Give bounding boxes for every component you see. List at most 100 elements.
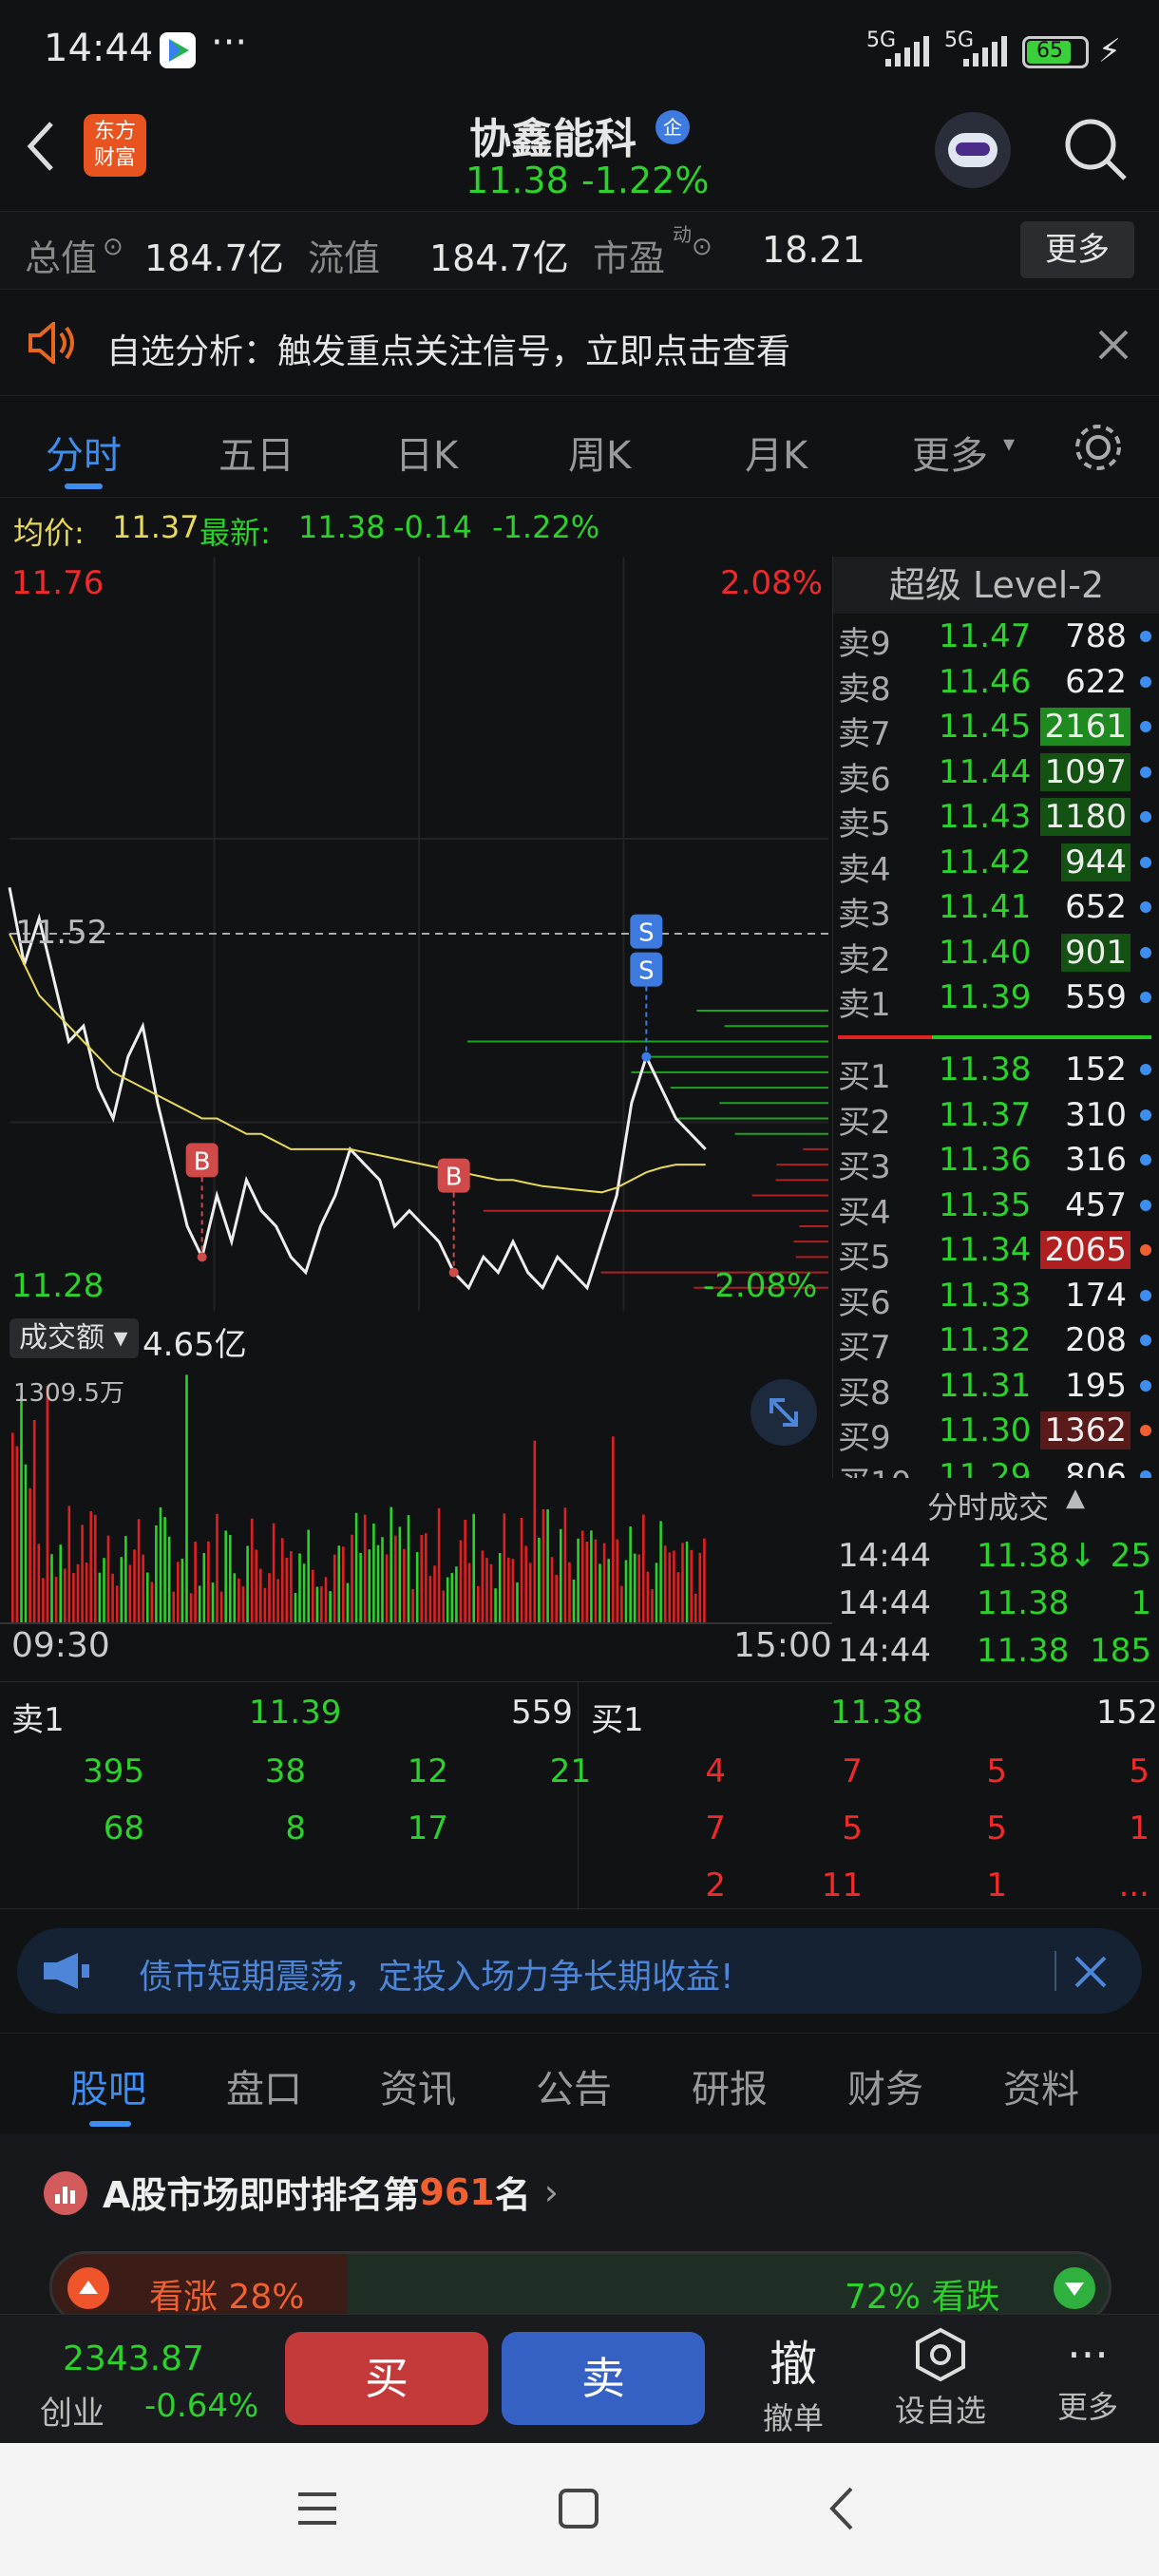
volume-bar	[238, 1579, 240, 1624]
nav-back-icon[interactable]	[823, 2485, 861, 2532]
bids-row-3[interactable]: 买4 11.35 457	[834, 1183, 1159, 1232]
bids-row-6[interactable]: 买7 11.32 208	[834, 1317, 1159, 1367]
chart-tab-4[interactable]: 月K	[745, 425, 808, 480]
asks-row-8[interactable]: 卖1 11.39 559	[834, 975, 1159, 1024]
add-watchlist-button[interactable]: 设自选	[884, 2326, 998, 2431]
hexagon-icon	[916, 2327, 965, 2382]
asks-label: 卖2	[838, 940, 891, 979]
chart-tab-5[interactable]: 更多	[912, 425, 988, 480]
more-dots-icon: ···	[211, 21, 248, 65]
content-tab-3[interactable]: 公告	[536, 2058, 612, 2113]
search-icon[interactable]	[1062, 116, 1129, 182]
home-icon[interactable]	[557, 2487, 600, 2530]
volume-bar	[142, 1554, 144, 1624]
menu-icon[interactable]	[294, 2487, 340, 2530]
asks-volume: 1180	[1040, 798, 1130, 836]
float-cap-value: 184.7亿	[429, 237, 569, 279]
volume-bar	[633, 1553, 636, 1624]
asks-row-5[interactable]: 卖4 11.42 944	[834, 840, 1159, 889]
notice-text: 自选分析：触发重点关注信号，立即点击查看	[106, 332, 791, 371]
bids-row-8[interactable]: 买9 11.30 1362	[834, 1408, 1159, 1457]
ranking-text[interactable]: A股市场即时排名第 961 名 ›	[103, 2166, 559, 2218]
queue-buy-vol: 152	[1096, 1694, 1158, 1732]
battery-icon: 65	[1022, 36, 1089, 68]
asks-row-1[interactable]: 卖8 11.46 622	[834, 659, 1159, 709]
content-tab-2[interactable]: 资讯	[380, 2058, 456, 2113]
speaker-icon	[28, 322, 74, 364]
info-circle-icon[interactable]: ⊙	[103, 233, 124, 261]
buy-button[interactable]: 买	[285, 2332, 488, 2425]
intraday-chart[interactable]: B B SS 11.76 2.08% 11.52 11.28 -2.08%	[0, 557, 832, 1311]
bear-down-icon[interactable]	[1054, 2267, 1095, 2309]
bids-row-1[interactable]: 买2 11.37 310	[834, 1092, 1159, 1142]
bids-label: 买4	[838, 1193, 891, 1232]
sentiment-bar[interactable]: 看涨 28% 72% 看跌	[49, 2251, 1112, 2323]
index-value[interactable]: 2343.87	[63, 2339, 204, 2378]
bids-row-0[interactable]: 买1 11.38 152	[834, 1047, 1159, 1096]
asks-row-3[interactable]: 卖6 11.44 1097	[834, 749, 1159, 799]
volume-bar	[385, 1554, 389, 1624]
volume-bar	[98, 1572, 102, 1624]
more-actions-button[interactable]: ··· 更多	[1045, 2326, 1130, 2427]
queue-buy-cell: 5	[842, 1809, 863, 1847]
asks-price: 11.45	[939, 708, 1032, 746]
ad-banner[interactable]: 债市短期震荡，定投入场力争长期收益!	[17, 1928, 1142, 2014]
content-tab-4[interactable]: 研报	[692, 2058, 768, 2113]
volume-bar	[659, 1521, 662, 1624]
stock-name: 协鑫能科	[469, 115, 636, 163]
chart-tab-1[interactable]: 五日	[218, 425, 294, 480]
volume-bar	[703, 1538, 706, 1624]
bids-row-2[interactable]: 买3 11.36 316	[834, 1137, 1159, 1186]
close-icon[interactable]	[1098, 330, 1129, 360]
chart-tab-3[interactable]: 周K	[568, 425, 631, 480]
bull-up-icon[interactable]	[67, 2267, 109, 2309]
content-tab-1[interactable]: 盘口	[226, 2058, 302, 2113]
expand-chart-button[interactable]	[750, 1379, 817, 1446]
volume-bar	[415, 1552, 419, 1624]
volume-bar	[698, 1552, 702, 1624]
content-tab-5[interactable]: 财务	[847, 2058, 923, 2113]
content-tab-0[interactable]: 股吧	[70, 2058, 146, 2113]
volume-type-dropdown[interactable]: 成交额 ▾	[10, 1318, 139, 1358]
asks-row-0[interactable]: 卖9 11.47 788	[834, 614, 1159, 663]
time-end-label: 15:00	[733, 1626, 832, 1665]
volume-bar	[681, 1543, 684, 1624]
bids-row-7[interactable]: 买8 11.31 195	[834, 1363, 1159, 1412]
stock-detail-screen: 14:44 ··· 5G 5G 65 ⚡ 东方 财富 协鑫能科 企 11.38 -…	[0, 0, 1159, 2576]
level2-title[interactable]: 超级 Level-2	[833, 557, 1159, 614]
asks-row-6[interactable]: 卖3 11.41 652	[834, 884, 1159, 934]
volume-bar	[477, 1585, 480, 1624]
latest-value: 11.38	[298, 509, 386, 545]
asks-row-4[interactable]: 卖5 11.43 1180	[834, 794, 1159, 843]
more-stats-button[interactable]: 更多	[1020, 221, 1134, 278]
volume-bar	[177, 1562, 180, 1624]
cancel-order-button[interactable]: 撤 撤单	[750, 2326, 836, 2438]
notice-bar[interactable]: 自选分析：触发重点关注信号，立即点击查看	[0, 289, 1159, 395]
back-icon[interactable]	[23, 118, 61, 175]
pe-info-icon[interactable]: ⊙	[692, 233, 712, 261]
chart-tab-2[interactable]: 日K	[395, 425, 458, 480]
content-tab-6[interactable]: 资料	[1003, 2058, 1079, 2113]
ticks-header[interactable]: 分时成交 ▲	[832, 1478, 1159, 1527]
status-dot-icon	[1140, 766, 1151, 778]
total-cap-value: 184.7亿	[144, 237, 284, 279]
bids-row-5[interactable]: 买6 11.33 174	[834, 1273, 1159, 1322]
ad-close-icon[interactable]	[1074, 1955, 1108, 1989]
volume-bar	[272, 1523, 276, 1624]
app-logo[interactable]: 东方 财富	[84, 114, 146, 177]
asks-row-2[interactable]: 卖7 11.45 2161	[834, 704, 1159, 753]
assistant-avatar[interactable]	[935, 112, 1011, 188]
volume-bar	[624, 1560, 628, 1624]
bids-price: 11.31	[939, 1366, 1032, 1405]
sell-button[interactable]: 卖	[502, 2332, 705, 2425]
volume-bar	[446, 1577, 449, 1624]
volume-bar	[46, 1386, 49, 1624]
asks-row-7[interactable]: 卖2 11.40 901	[834, 930, 1159, 979]
volume-bar	[94, 1514, 97, 1624]
bids-price: 11.38	[939, 1051, 1032, 1089]
bids-row-4[interactable]: 买5 11.34 2065	[834, 1227, 1159, 1277]
chart-tab-0[interactable]: 分时	[46, 425, 122, 480]
asks-label: 卖8	[838, 670, 891, 709]
volume-bar	[50, 1554, 53, 1624]
settings-gear-icon[interactable]	[1072, 421, 1125, 474]
